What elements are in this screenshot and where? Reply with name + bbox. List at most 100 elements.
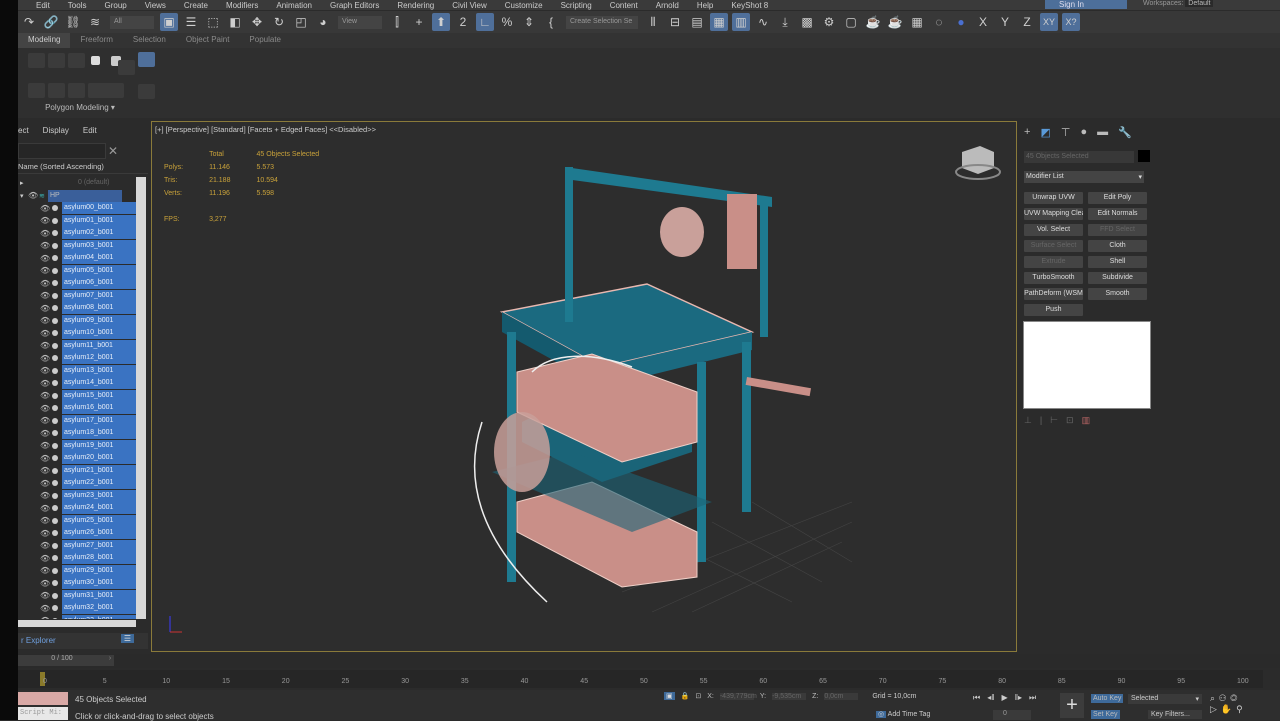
keyboard-shortcut-icon[interactable]: ⬆ bbox=[432, 13, 450, 31]
ribbon-tool-icon[interactable] bbox=[138, 84, 155, 99]
modifier-button[interactable]: TurboSmooth bbox=[1024, 272, 1083, 284]
menu-civil-view[interactable]: Civil View bbox=[452, 1, 487, 10]
eye-icon[interactable]: 👁 bbox=[40, 454, 50, 463]
menu-group[interactable]: Group bbox=[104, 1, 126, 10]
modifier-button[interactable]: FFD Select bbox=[1088, 224, 1147, 236]
modifier-stack[interactable] bbox=[1023, 321, 1151, 409]
select-object-icon[interactable]: ▣ bbox=[160, 13, 178, 31]
z-field[interactable]: 0,0cm bbox=[824, 692, 859, 700]
menu-content[interactable]: Content bbox=[610, 1, 638, 10]
explorer-item[interactable]: 👁 asylum32_b001 bbox=[18, 602, 136, 615]
eye-icon[interactable]: 👁 bbox=[40, 329, 50, 338]
named-selection-set[interactable]: Create Selection Se bbox=[566, 15, 638, 29]
reference-coord-select[interactable]: View bbox=[338, 15, 382, 29]
workspaces[interactable]: Workspaces: Default bbox=[1143, 0, 1214, 7]
pivot-icon[interactable]: ⫿ bbox=[388, 13, 406, 31]
explorer-menu-display[interactable]: Display bbox=[43, 126, 69, 135]
modifier-button[interactable]: Shell bbox=[1088, 256, 1147, 268]
explorer-item[interactable]: 👁 asylum25_b001 bbox=[18, 514, 136, 528]
rotate-icon[interactable]: ↻ bbox=[270, 13, 288, 31]
explorer-item[interactable]: 👁 asylum30_b001 bbox=[18, 577, 136, 590]
modify-tab-icon[interactable]: ◩ bbox=[1040, 126, 1050, 139]
render-setup-icon[interactable]: ⚙ bbox=[820, 13, 838, 31]
explorer-item[interactable]: 👁 asylum02_b001 bbox=[18, 227, 136, 240]
object-name-field[interactable]: 45 Objects Selected bbox=[1024, 151, 1134, 163]
viewport-nav-icons[interactable]: ⌕⚇◎ ▷✋⚲ bbox=[1210, 693, 1247, 715]
explorer-item[interactable]: 👁 asylum29_b001 bbox=[18, 564, 136, 578]
menu-tools[interactable]: Tools bbox=[68, 1, 87, 10]
modifier-button[interactable]: Unwrap UVW bbox=[1024, 192, 1083, 204]
hierarchy-tab-icon[interactable]: ⊤ bbox=[1061, 126, 1071, 139]
render-icon[interactable]: ☕ bbox=[864, 13, 882, 31]
ribbon-toggle-icon[interactable]: ▥ bbox=[732, 13, 750, 31]
explorer-item[interactable]: 👁 asylum04_b001 bbox=[18, 252, 136, 265]
named-selection-icon[interactable]: { bbox=[542, 13, 560, 31]
eye-icon[interactable]: 👁 bbox=[40, 604, 50, 613]
explorer-item[interactable]: 👁 asylum21_b001 bbox=[18, 464, 136, 478]
modifier-button[interactable]: UVW Mapping Clea bbox=[1024, 208, 1083, 220]
explorer-menu-select[interactable]: ect bbox=[18, 126, 29, 135]
menu-graph-editors[interactable]: Graph Editors bbox=[330, 1, 379, 10]
modifier-button[interactable]: Edit Poly bbox=[1088, 192, 1147, 204]
add-time-tag[interactable]: ◎ Add Time Tag bbox=[876, 710, 930, 718]
eye-icon[interactable]: 👁 bbox=[40, 304, 50, 313]
ribbon-tab-freeform[interactable]: Freeform bbox=[70, 33, 122, 48]
a360-icon[interactable]: ◌ bbox=[930, 13, 948, 31]
menu-arnold[interactable]: Arnold bbox=[656, 1, 679, 10]
explorer-item[interactable]: 👁 asylum15_b001 bbox=[18, 389, 136, 403]
explorer-item[interactable]: 👁 asylum06_b001 bbox=[18, 277, 136, 290]
explorer-item[interactable]: 👁 asylum13_b001 bbox=[18, 364, 136, 378]
material-editor-icon[interactable]: ▩ bbox=[798, 13, 816, 31]
ribbon-tool-icon[interactable] bbox=[88, 83, 124, 98]
modifier-list-dropdown[interactable]: Modifier List ▾ bbox=[1024, 171, 1144, 183]
modifier-button[interactable]: Vol. Select bbox=[1024, 224, 1083, 236]
explorer-item[interactable]: 👁 asylum23_b001 bbox=[18, 489, 136, 503]
ribbon-tab-modeling[interactable]: Modeling bbox=[18, 33, 71, 48]
eye-icon[interactable]: 👁 bbox=[40, 316, 50, 325]
redo-icon[interactable]: ↷ bbox=[20, 13, 38, 31]
explorer-item[interactable]: 👁 asylum03_b001 bbox=[18, 239, 136, 253]
render-iterative-icon[interactable]: ☕ bbox=[886, 13, 904, 31]
go-to-end-icon[interactable]: ⏭ bbox=[1029, 693, 1036, 703]
mirror-icon[interactable]: ⫴ bbox=[644, 13, 662, 31]
eye-icon[interactable]: 👁 bbox=[40, 229, 50, 238]
layer-explorer-icon[interactable]: ▦ bbox=[710, 13, 728, 31]
create-tab-icon[interactable]: + bbox=[1024, 126, 1030, 139]
axis-constraint[interactable]: X? bbox=[1062, 13, 1080, 31]
explorer-footer-label[interactable]: r Explorer bbox=[21, 636, 56, 645]
previous-frame-icon[interactable]: ◂‖ bbox=[987, 693, 994, 703]
explorer-item[interactable]: 👁 asylum12_b001 bbox=[18, 352, 136, 365]
ribbon-tab-object-paint[interactable]: Object Paint bbox=[176, 33, 240, 48]
axis-x[interactable]: X bbox=[974, 13, 992, 31]
eye-icon[interactable]: 👁 bbox=[40, 216, 50, 225]
eye-icon[interactable]: 👁 bbox=[40, 529, 50, 538]
track-bar[interactable]: 0 5 10 15 20 25 30 35 40 45 50 55 60 65 70 75 80 85 90 95 10… bbox=[18, 670, 1263, 688]
ribbon-tool-icon[interactable] bbox=[138, 52, 155, 67]
utilities-tab-icon[interactable]: 🔧 bbox=[1118, 126, 1132, 139]
explorer-horizontal-scrollbar[interactable] bbox=[18, 620, 136, 627]
eye-icon[interactable]: 👁 bbox=[40, 291, 50, 300]
eye-icon[interactable]: 👁 bbox=[40, 404, 50, 413]
time-slider[interactable]: 0 / 100 › bbox=[18, 654, 1280, 668]
eye-icon[interactable]: 👁 bbox=[40, 504, 50, 513]
rendered-frame-icon[interactable]: ▢ bbox=[842, 13, 860, 31]
stack-tools[interactable]: ⊥|⊢⊡▥ bbox=[1024, 415, 1098, 426]
menu-keyshot-8[interactable]: KeyShot 8 bbox=[731, 1, 768, 10]
explorer-item[interactable]: 👁 asylum11_b001 bbox=[18, 339, 136, 353]
dope-sheet-icon[interactable]: ⤓ bbox=[776, 13, 794, 31]
absolute-mode-icon[interactable]: ⊡ bbox=[695, 692, 701, 700]
isolate-icon[interactable]: ▣ bbox=[664, 692, 675, 700]
motion-tab-icon[interactable]: ● bbox=[1080, 126, 1087, 139]
eye-icon[interactable]: 👁 bbox=[40, 379, 50, 388]
curve-editor-icon[interactable]: ∿ bbox=[754, 13, 772, 31]
unlink-icon[interactable]: ⛓ bbox=[64, 13, 82, 31]
ribbon-tool-icon[interactable] bbox=[68, 83, 85, 98]
explorer-item[interactable]: 👁 asylum31_b001 bbox=[18, 589, 136, 603]
eye-icon[interactable]: 👁 bbox=[40, 354, 50, 363]
render-cloud-icon[interactable]: ▦ bbox=[908, 13, 926, 31]
next-frame-icon[interactable]: ‖▸ bbox=[1015, 693, 1022, 703]
eye-icon[interactable]: 👁 bbox=[40, 466, 50, 475]
move-icon[interactable]: ✥ bbox=[248, 13, 266, 31]
percent-snap-icon[interactable]: % bbox=[498, 13, 516, 31]
set-key-button[interactable]: Set Key bbox=[1091, 710, 1120, 719]
